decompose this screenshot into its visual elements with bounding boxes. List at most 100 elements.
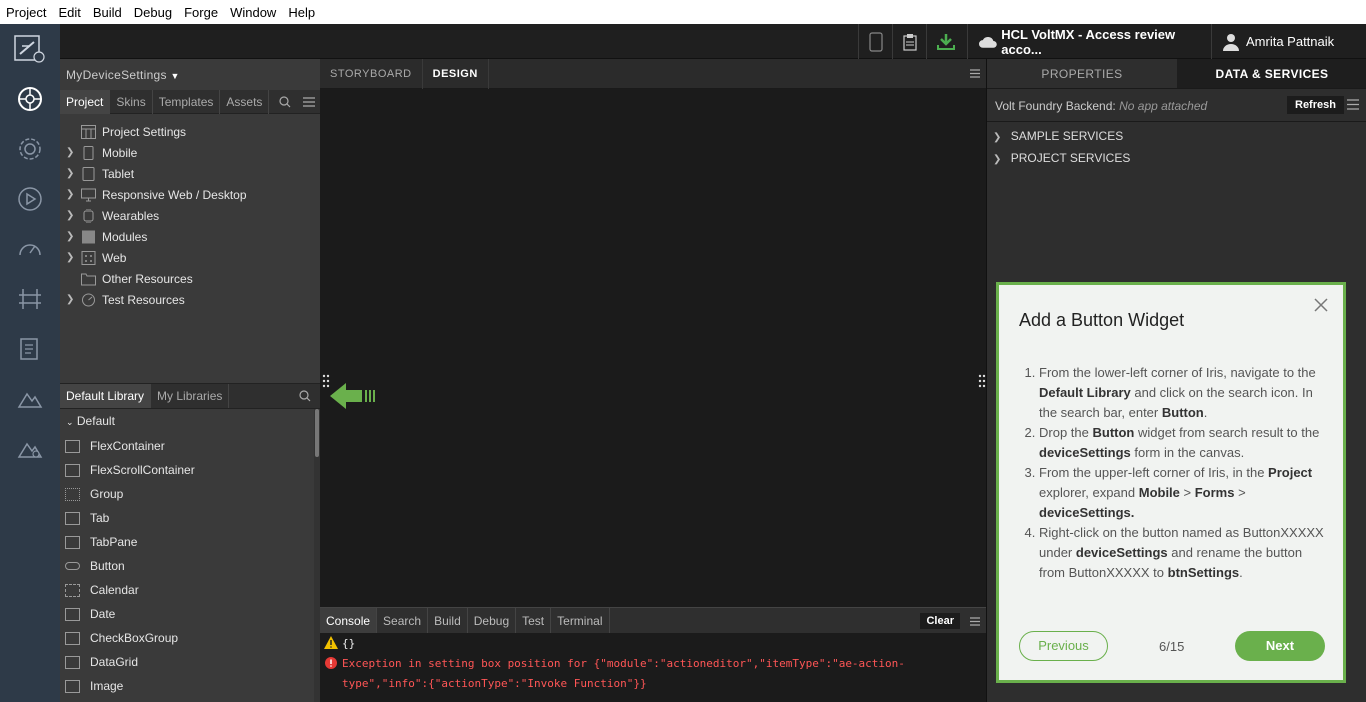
library-search-button[interactable] <box>290 384 320 408</box>
console-output: {} Exception in setting box position for… <box>320 633 986 702</box>
run-play-icon[interactable] <box>15 184 45 214</box>
step-bold: Mobile <box>1138 485 1180 500</box>
explorer-menu-button[interactable] <box>297 90 321 114</box>
widget-calendar[interactable]: Calendar <box>60 578 310 602</box>
clipboard-button[interactable] <box>892 24 926 59</box>
widget-button[interactable]: Button <box>60 554 310 578</box>
tab-templates[interactable]: Templates <box>153 90 221 114</box>
user-profile-button[interactable]: Amrita Pattnaik <box>1211 24 1366 59</box>
tab-skins[interactable]: Skins <box>110 90 153 114</box>
tab-my-libraries[interactable]: My Libraries <box>151 384 230 408</box>
tab-assets[interactable]: Assets <box>220 90 270 114</box>
tree-item-test-resources[interactable]: ❯ Test Resources <box>60 289 320 310</box>
refresh-button[interactable]: Refresh <box>1287 96 1344 114</box>
tab-design[interactable]: DESIGN <box>423 59 489 89</box>
console-error-line-cont: type","info":{"actionType":"Invoke Funct… <box>342 677 647 690</box>
menu-build[interactable]: Build <box>87 5 128 20</box>
widget-date[interactable]: Date <box>60 602 310 626</box>
chevron-right-icon[interactable]: ❯ <box>66 210 74 221</box>
sample-services-item[interactable]: ❯ SAMPLE SERVICES <box>993 129 1123 143</box>
close-icon[interactable] <box>1313 297 1329 313</box>
error-icon <box>325 657 337 669</box>
chevron-right-icon[interactable]: ❯ <box>66 252 74 263</box>
center-tabs: STORYBOARD DESIGN <box>320 59 986 89</box>
step-bold: deviceSettings. <box>1039 505 1135 520</box>
chevron-right-icon[interactable]: ❯ <box>66 231 74 242</box>
clear-console-button[interactable]: Clear <box>920 613 960 629</box>
next-button[interactable]: Next <box>1235 631 1325 661</box>
mountain-icon[interactable] <box>15 384 45 414</box>
canvas-menu-button[interactable] <box>964 59 986 88</box>
widget-flexscrollcontainer[interactable]: FlexScrollContainer <box>60 458 310 482</box>
step-text: explorer, expand <box>1039 485 1139 500</box>
widget-tabpane[interactable]: TabPane <box>60 530 310 554</box>
project-tree: Project Settings ❯ Mobile ❯ Tablet ❯ Res… <box>60 121 320 310</box>
chevron-right-icon[interactable]: ❯ <box>66 168 74 179</box>
left-drag-handle-icon[interactable] <box>322 373 330 389</box>
tab-search[interactable]: Search <box>377 607 429 634</box>
widget-tab[interactable]: Tab <box>60 506 310 530</box>
layout-frame-icon[interactable] <box>15 284 45 314</box>
menu-help[interactable]: Help <box>282 5 321 20</box>
widget-image[interactable]: Image <box>60 674 310 698</box>
widget-group[interactable]: Group <box>60 482 310 506</box>
tab-terminal[interactable]: Terminal <box>551 607 610 634</box>
settings-gear-icon[interactable] <box>15 134 45 164</box>
project-services-item[interactable]: ❯ PROJECT SERVICES <box>993 151 1130 165</box>
tree-item-responsive-web[interactable]: ❯ Responsive Web / Desktop <box>60 184 320 205</box>
tree-item-mobile[interactable]: ❯ Mobile <box>60 142 320 163</box>
cloud-account-button[interactable]: HCL VoltMX - Access review acco... <box>967 24 1211 59</box>
calendar-icon <box>65 583 80 597</box>
previous-button[interactable]: Previous <box>1019 631 1108 661</box>
search-explorer-button[interactable] <box>273 90 297 114</box>
chevron-right-icon[interactable]: ❯ <box>66 294 74 305</box>
tab-console[interactable]: Console <box>320 607 378 634</box>
step-1: From the lower-left corner of Iris, navi… <box>1039 363 1329 423</box>
tab-properties[interactable]: PROPERTIES <box>987 59 1177 89</box>
menu-project[interactable]: Project <box>0 5 52 20</box>
menu-edit[interactable]: Edit <box>52 5 86 20</box>
tab-build[interactable]: Build <box>428 607 468 634</box>
right-drag-handle-icon[interactable] <box>978 373 986 389</box>
menu-debug[interactable]: Debug <box>128 5 178 20</box>
hamburger-icon[interactable] <box>1347 99 1359 110</box>
performance-gauge-icon[interactable] <box>15 234 45 264</box>
widget-library-list: FlexContainer FlexScrollContainer Group … <box>60 434 310 698</box>
document-icon[interactable] <box>15 334 45 364</box>
publish-download-button[interactable] <box>926 24 964 59</box>
tab-project[interactable]: Project <box>60 90 111 114</box>
project-name-dropdown[interactable]: MyDeviceSettings ▼ <box>66 68 180 82</box>
tab-data-services[interactable]: DATA & SERVICES <box>1177 59 1366 89</box>
design-canvas[interactable] <box>320 89 986 607</box>
tree-item-wearables[interactable]: ❯ Wearables <box>60 205 320 226</box>
center-tabs-spacer <box>489 59 964 88</box>
tree-item-other-resources[interactable]: Other Resources <box>60 268 320 289</box>
chevron-right-icon[interactable]: ❯ <box>66 147 74 158</box>
tab-storyboard[interactable]: STORYBOARD <box>320 59 423 89</box>
widget-label: Group <box>90 487 124 501</box>
step-bold: Forms <box>1194 485 1235 500</box>
scrollbar-thumb[interactable] <box>315 409 319 457</box>
menu-forge[interactable]: Forge <box>178 5 224 20</box>
hamburger-icon[interactable] <box>970 617 980 626</box>
user-avatar-icon <box>1223 33 1239 51</box>
tab-default-library[interactable]: Default Library <box>60 384 152 408</box>
mountain-settings-icon[interactable] <box>15 434 45 464</box>
library-group-label: Default <box>76 414 115 428</box>
tree-item-web[interactable]: ❯ Web <box>60 247 320 268</box>
widget-flexcontainer[interactable]: FlexContainer <box>60 434 310 458</box>
tree-item-project-settings[interactable]: Project Settings <box>60 121 320 142</box>
tutorial-dialog: Add a Button Widget From the lower-left … <box>996 282 1346 683</box>
chevron-right-icon[interactable]: ❯ <box>66 189 74 200</box>
tree-item-modules[interactable]: ❯ Modules <box>60 226 320 247</box>
tree-item-tablet[interactable]: ❯ Tablet <box>60 163 320 184</box>
widget-datagrid[interactable]: DataGrid <box>60 650 310 674</box>
device-preview-button[interactable] <box>858 24 892 59</box>
library-group-default[interactable]: ⌄ Default <box>66 414 115 428</box>
menu-window[interactable]: Window <box>224 5 282 20</box>
design-view-icon[interactable] <box>15 84 45 114</box>
tab-debug[interactable]: Debug <box>468 607 517 634</box>
tab-test[interactable]: Test <box>516 607 552 634</box>
step-bold: deviceSettings <box>1039 445 1131 460</box>
widget-checkboxgroup[interactable]: CheckBoxGroup <box>60 626 310 650</box>
